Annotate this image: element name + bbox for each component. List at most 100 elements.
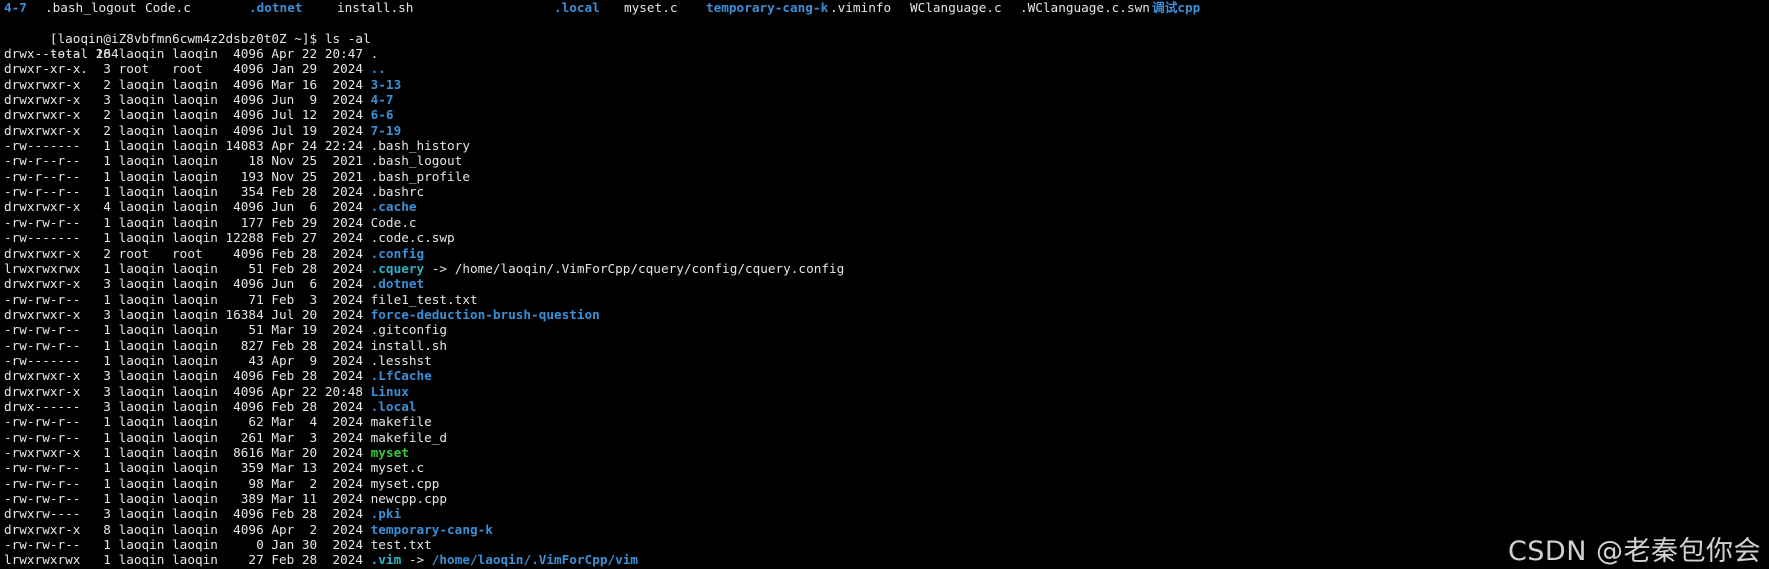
previous-ls-output-line: 4-7 .bash_logout Code.c .dotnet install.sh .l… <box>4 0 1769 15</box>
file-metadata: -rw-r--r-- 1 laoqin laoqin 354 Feb 28 20… <box>4 184 371 200</box>
listing-row: drwx------ 18 laoqin laoqin 4096 Apr 22 … <box>4 46 1769 61</box>
top-listing-item: .dotnet <box>249 0 303 15</box>
listing-row: -rw-r--r-- 1 laoqin laoqin 193 Nov 25 20… <box>4 169 1769 184</box>
file-name: makefile <box>370 414 432 430</box>
listing-row: -rw-r--r-- 1 laoqin laoqin 354 Feb 28 20… <box>4 184 1769 199</box>
file-metadata: -rw-rw-r-- 1 laoqin laoqin 71 Feb 3 2024 <box>4 291 371 307</box>
file-name: .cache <box>370 199 417 215</box>
file-name: .config <box>370 245 425 261</box>
file-name: .pki <box>370 506 402 522</box>
shell-prompt-line: [laoqin@iZ8vbfmn6cwm4z2dsbz0t0Z ~]$ ls -… <box>4 15 1769 46</box>
file-name: 6-6 <box>370 107 394 123</box>
listing-row: -rw-rw-r-- 1 laoqin laoqin 62 Mar 4 2024… <box>4 414 1769 429</box>
file-name: .gitconfig <box>370 322 448 338</box>
listing-row: lrwxrwxrwx 1 laoqin laoqin 51 Feb 28 202… <box>4 261 1769 276</box>
listing-row: -rw-rw-r-- 1 laoqin laoqin 177 Feb 29 20… <box>4 215 1769 230</box>
file-name: .LfCache <box>370 368 432 384</box>
file-metadata: drwxrwxr-x 3 laoqin laoqin 4096 Apr 22 2… <box>4 383 371 399</box>
symlink-arrow: -> <box>424 260 455 276</box>
listing-row: drwxrwxr-x 2 laoqin laoqin 4096 Mar 16 2… <box>4 77 1769 92</box>
listing-row: drwxrwxr-x 2 laoqin laoqin 4096 Jul 19 2… <box>4 123 1769 138</box>
file-name: .local <box>370 398 417 414</box>
file-metadata: -rw-rw-r-- 1 laoqin laoqin 827 Feb 28 20… <box>4 337 371 353</box>
file-metadata: -rw-rw-r-- 1 laoqin laoqin 98 Mar 2 2024 <box>4 475 371 491</box>
top-listing-item: 调试cpp <box>1152 0 1201 15</box>
file-name: Code.c <box>370 214 417 230</box>
file-name: force-deduction-brush-question <box>370 306 600 322</box>
file-metadata: drwx------ 18 laoqin laoqin 4096 Apr 22 … <box>4 46 371 62</box>
listing-row: drwxrwxr-x 3 laoqin laoqin 4096 Jun 6 20… <box>4 276 1769 291</box>
listing-row: drwxrw---- 3 laoqin laoqin 4096 Feb 28 2… <box>4 506 1769 521</box>
file-name: install.sh <box>370 337 448 353</box>
top-listing-item: .viminfo <box>830 0 892 15</box>
file-name: 7-19 <box>370 122 402 138</box>
file-metadata: -rw-r--r-- 1 laoqin laoqin 193 Nov 25 20… <box>4 168 371 184</box>
file-name: .bash_profile <box>370 168 470 184</box>
file-metadata: lrwxrwxrwx 1 laoqin laoqin 27 Feb 28 202… <box>4 552 371 568</box>
file-name: . <box>370 46 379 62</box>
file-name: makefile_d <box>370 429 448 445</box>
file-metadata: drwxrwxr-x 2 laoqin laoqin 4096 Jul 12 2… <box>4 107 371 123</box>
file-metadata: -rw-rw-r-- 1 laoqin laoqin 0 Jan 30 2024 <box>4 537 371 553</box>
file-name: test.txt <box>370 537 432 553</box>
file-metadata: drwxrwxr-x 3 laoqin laoqin 4096 Jun 6 20… <box>4 276 371 292</box>
listing-row: drwxrwxr-x 8 laoqin laoqin 4096 Apr 2 20… <box>4 522 1769 537</box>
file-name: 4-7 <box>370 92 394 108</box>
file-name: myset.c <box>370 460 425 476</box>
file-name: .lesshst <box>370 352 432 368</box>
listing-row: drwxr-xr-x. 3 root root 4096 Jan 29 2024… <box>4 61 1769 76</box>
file-metadata: -rw-r--r-- 1 laoqin laoqin 18 Nov 25 202… <box>4 153 371 169</box>
listing-row: -rw------- 1 laoqin laoqin 14083 Apr 24 … <box>4 138 1769 153</box>
listing-row: -rw------- 1 laoqin laoqin 43 Apr 9 2024… <box>4 353 1769 368</box>
symlink-arrow: -> <box>401 552 432 568</box>
listing-row: drwxrwxr-x 3 laoqin laoqin 4096 Apr 22 2… <box>4 384 1769 399</box>
listing-row: -rw-rw-r-- 1 laoqin laoqin 389 Mar 11 20… <box>4 491 1769 506</box>
listing-row: drwx------ 3 laoqin laoqin 4096 Feb 28 2… <box>4 399 1769 414</box>
listing-row: -rw-rw-r-- 1 laoqin laoqin 0 Jan 30 2024… <box>4 537 1769 552</box>
listing-row: -rw-rw-r-- 1 laoqin laoqin 71 Feb 3 2024… <box>4 292 1769 307</box>
file-metadata: drwxrwxr-x 2 root root 4096 Feb 28 2024 <box>4 245 371 261</box>
file-name: myset <box>370 444 409 460</box>
file-name: .vim <box>370 552 402 568</box>
file-metadata: drwx------ 3 laoqin laoqin 4096 Feb 28 2… <box>4 398 371 414</box>
listing-row: -rw-rw-r-- 1 laoqin laoqin 261 Mar 3 202… <box>4 430 1769 445</box>
file-metadata: drwxrwxr-x 2 laoqin laoqin 4096 Jul 19 2… <box>4 122 371 138</box>
file-metadata: drwxr-xr-x. 3 root root 4096 Jan 29 2024 <box>4 61 371 77</box>
file-name: .bash_logout <box>370 153 463 169</box>
symlink-target: /home/laoqin/.VimForCpp/cquery/config/cq… <box>454 260 845 276</box>
listing-row: drwxrwxr-x 3 laoqin laoqin 4096 Jun 9 20… <box>4 92 1769 107</box>
top-listing-item: 4-7 <box>4 0 27 15</box>
file-name: Linux <box>370 383 409 399</box>
file-metadata: -rw-rw-r-- 1 laoqin laoqin 359 Mar 13 20… <box>4 460 371 476</box>
top-listing-item: .WClanguage.c.swn <box>1020 0 1150 15</box>
file-metadata: -rw------- 1 laoqin laoqin 12288 Feb 27 … <box>4 230 371 246</box>
file-metadata: drwxrwxr-x 8 laoqin laoqin 4096 Apr 2 20… <box>4 521 371 537</box>
listing-row: drwxrwxr-x 2 root root 4096 Feb 28 2024 … <box>4 246 1769 261</box>
file-metadata: -rw-rw-r-- 1 laoqin laoqin 62 Mar 4 2024 <box>4 414 371 430</box>
listing-row: -rw------- 1 laoqin laoqin 12288 Feb 27 … <box>4 230 1769 245</box>
file-name: file1_test.txt <box>370 291 478 307</box>
total-line: total 264 <box>4 31 1769 61</box>
file-metadata: drwxrwxr-x 2 laoqin laoqin 4096 Mar 16 2… <box>4 76 371 92</box>
file-metadata: drwxrwxr-x 3 laoqin laoqin 4096 Jun 9 20… <box>4 92 371 108</box>
top-listing-item: Code.c <box>145 0 191 15</box>
file-name: .bash_history <box>370 138 470 154</box>
directory-listing: drwx------ 18 laoqin laoqin 4096 Apr 22 … <box>4 46 1769 568</box>
file-metadata: -rw------- 1 laoqin laoqin 43 Apr 9 2024 <box>4 352 371 368</box>
listing-row: drwxrwxr-x 3 laoqin laoqin 16384 Jul 20 … <box>4 307 1769 322</box>
listing-row: drwxrwxr-x 2 laoqin laoqin 4096 Jul 12 2… <box>4 107 1769 122</box>
file-metadata: -rwxrwxr-x 1 laoqin laoqin 8616 Mar 20 2… <box>4 444 371 460</box>
top-listing-item: .bash_logout <box>45 0 137 15</box>
file-metadata: -rw------- 1 laoqin laoqin 14083 Apr 24 … <box>4 138 371 154</box>
top-listing-item: .local <box>554 0 600 15</box>
file-metadata: drwxrw---- 3 laoqin laoqin 4096 Feb 28 2… <box>4 506 371 522</box>
listing-row: drwxrwxr-x 4 laoqin laoqin 4096 Jun 6 20… <box>4 199 1769 214</box>
file-name: .bashrc <box>370 184 425 200</box>
symlink-target: /home/laoqin/.VimForCpp/vim <box>431 552 639 568</box>
listing-row: -rw-rw-r-- 1 laoqin laoqin 98 Mar 2 2024… <box>4 476 1769 491</box>
file-metadata: -rw-rw-r-- 1 laoqin laoqin 261 Mar 3 202… <box>4 429 371 445</box>
file-metadata: drwxrwxr-x 4 laoqin laoqin 4096 Jun 6 20… <box>4 199 371 215</box>
terminal-window[interactable]: 4-7 .bash_logout Code.c .dotnet install.sh .l… <box>0 0 1769 569</box>
listing-row: -rw-rw-r-- 1 laoqin laoqin 51 Mar 19 202… <box>4 322 1769 337</box>
top-listing-item: myset.c <box>624 0 678 15</box>
